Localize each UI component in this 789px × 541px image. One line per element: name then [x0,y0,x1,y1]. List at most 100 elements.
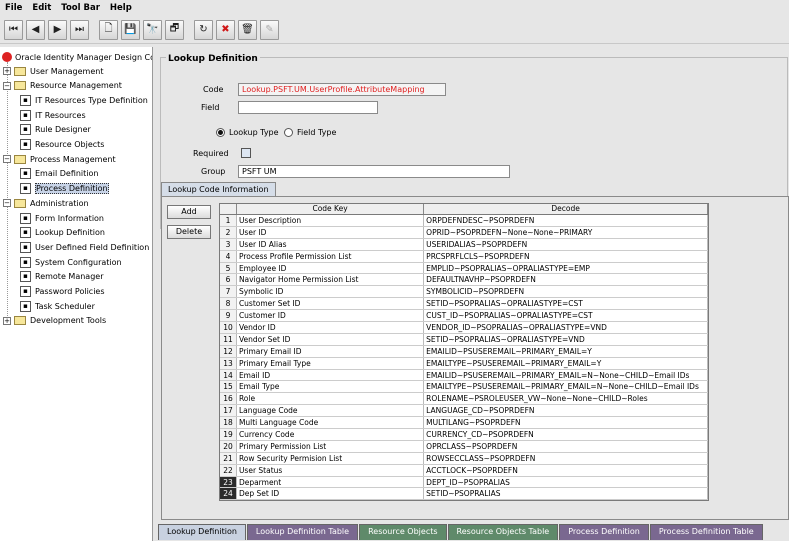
code-key-cell[interactable]: User ID [237,226,425,238]
query-icon[interactable]: 🗗 [165,19,184,40]
tree-node-task-scheduler[interactable]: ▪ Task Scheduler [20,299,95,313]
decode-cell[interactable]: LANGUAGE_CD~PSOPRDEFN [424,405,708,417]
tree-node-remote-manager[interactable]: ▪ Remote Manager [20,270,103,284]
table-row[interactable]: 4 Process Profile Permission List PRCSPRFL… [220,250,708,263]
decode-cell[interactable]: OPRCLASS~PSOPRDEFN [424,440,708,452]
tree-node-administration[interactable]: − Administration [3,196,89,210]
row-number[interactable]: 5 [220,262,237,274]
expand-icon[interactable]: + [3,316,11,325]
code-key-cell[interactable]: User Status [237,464,425,476]
tree-node-user-defined-field-definition[interactable]: ▪ User Defined Field Definition [20,240,149,254]
row-number[interactable]: 9 [220,310,237,322]
table-row[interactable]: 1 User Description ORPDEFNDESC~PSOPRDEFN [220,215,708,227]
code-key-cell[interactable]: Currency Code [237,429,425,440]
table-row[interactable]: 6 Navigator Home Permission List DEFAULTNA… [220,274,708,287]
row-number[interactable]: 24 [220,488,237,500]
cancel-icon[interactable]: ✖ [216,19,235,40]
code-key-cell[interactable]: Email Type [237,381,425,393]
tree-node-lookup-definition[interactable]: ▪ Lookup Definition [20,226,105,240]
expand-icon[interactable]: + [3,67,11,75]
table-row[interactable]: 9 Customer ID CUST_ID~PSOPRALIAS~OPRALIAST… [220,310,708,323]
field-input[interactable] [238,101,378,114]
table-row[interactable]: 5 Employee ID EMPLID~PSOPRALIAS~OPRALIASTY… [220,262,708,275]
first-record-icon[interactable]: ⏮ [4,19,23,40]
table-row[interactable]: 17 Language Code LANGUAGE_CD~PSOPRDEFN [220,405,708,418]
decode-cell[interactable]: OPRID~PSOPRDEFN~None~None~PRIMARY [424,226,708,238]
table-row[interactable]: 10 Vendor ID VENDOR_ID~PSOPRALIAS~OPRALIAS… [220,322,708,334]
bottom-tab-process-definition-table[interactable]: Process Definition Table [649,524,763,540]
table-row[interactable]: 13 Primary Email Type EMAILTYPE~PSUSEREMAI… [220,357,708,370]
row-number[interactable]: 19 [220,429,237,440]
refresh-icon[interactable]: ↻ [194,19,213,40]
decode-cell[interactable]: CUST_ID~PSOPRALIAS~OPRALIASTYPE=CST [424,310,708,322]
code-key-cell[interactable]: Symbolic ID [237,286,425,298]
table-row[interactable]: 11 Vendor Set ID SETID~PSOPRALIAS~OPRALIAS… [220,333,708,346]
code-key-cell[interactable]: Multi Language Code [237,417,425,429]
row-number[interactable]: 7 [220,286,237,298]
tree-node-rule-designer[interactable]: ▪ Rule Designer [20,123,91,137]
code-key-cell[interactable]: Row Security Permision List [237,452,425,464]
bottom-tab-resource-objects-table[interactable]: Resource Objects Table [447,524,559,540]
decode-cell[interactable]: ROLENAME~PSROLEUSER_VW~None~None~CHILD~R… [424,393,708,405]
table-row[interactable]: 23 Deparment DEPT_ID~PSOPRALIAS [220,476,708,489]
decode-cell[interactable]: EMPLID~PSOPRALIAS~OPRALIASTYPE=EMP [424,262,708,274]
row-number[interactable]: 14 [220,369,237,381]
table-row[interactable]: 20 Primary Permission List OPRCLASS~PSOPRD… [220,440,708,453]
table-row[interactable]: 12 Primary Email ID EMAILID~PSUSEREMAIL~PR… [220,345,708,358]
field-type-radio[interactable]: Field Type [284,128,336,137]
table-row[interactable]: 7 Symbolic ID SYMBOLICID~PSOPRDEFN [220,286,708,299]
code-key-cell[interactable]: Navigator Home Permission List [237,274,425,286]
required-checkbox[interactable] [241,148,251,158]
decode-header[interactable]: Decode [424,204,708,214]
code-key-cell[interactable]: User Description [237,215,425,226]
tree-node-system-configuration[interactable]: ▪ System Configuration [20,255,122,269]
row-number[interactable]: 13 [220,357,237,369]
code-key-cell[interactable]: Email ID [237,369,425,381]
row-number[interactable]: 18 [220,417,237,429]
row-number[interactable]: 3 [220,238,237,250]
row-number[interactable]: 22 [220,464,237,476]
table-row[interactable]: 16 Role ROLENAME~PSROLEUSER_VW~None~None~C… [220,393,708,406]
decode-cell[interactable]: DEFAULTNAVHP~PSOPRDEFN [424,274,708,286]
code-key-cell[interactable]: Dep Set ID [237,488,425,500]
tree-node-email-definition[interactable]: ▪ Email Definition [20,167,98,181]
code-key-cell[interactable]: Deparment [237,476,425,488]
code-key-cell[interactable]: Primary Permission List [237,440,425,452]
row-number[interactable]: 21 [220,452,237,464]
lookup-type-radio[interactable]: Lookup Type [216,128,279,137]
code-key-cell[interactable]: Language Code [237,405,425,417]
tree-node-it-resources-type-definition[interactable]: ▪ IT Resources Type Definition [20,93,148,107]
row-number[interactable]: 10 [220,322,237,333]
decode-cell[interactable]: CURRENCY_CD~PSOPRDEFN [424,429,708,440]
code-key-header[interactable]: Code Key [237,204,425,214]
table-row[interactable]: 24 Dep Set ID SETID~PSOPRALIAS [220,488,708,501]
code-key-cell[interactable]: Process Profile Permission List [237,250,425,262]
table-row[interactable]: 18 Multi Language Code MULTILANG~PSOPRDEFN [220,417,708,430]
tree-root[interactable]: Oracle Identity Manager Design Console [2,50,152,64]
decode-cell[interactable]: SYMBOLICID~PSOPRDEFN [424,286,708,298]
table-row[interactable]: 14 Email ID EMAILID~PSUSEREMAIL~PRIMARY_EM… [220,369,708,382]
expand-icon[interactable]: − [3,199,11,208]
menu-help[interactable]: Help [105,3,137,13]
row-number[interactable]: 8 [220,298,237,310]
row-number[interactable]: 2 [220,226,237,238]
decode-cell[interactable]: ACCTLOCK~PSOPRDEFN [424,464,708,476]
tree-node-development-tools[interactable]: + Development Tools [3,314,106,328]
row-number[interactable]: 23 [220,476,237,488]
row-number[interactable]: 4 [220,250,237,262]
row-number[interactable]: 6 [220,274,237,286]
table-row[interactable]: 8 Customer Set ID SETID~PSOPRALIAS~OPRALIA… [220,298,708,311]
decode-cell[interactable]: USERIDALIAS~PSOPRDEFN [424,238,708,250]
notes-icon[interactable]: ✎ [260,19,279,40]
decode-cell[interactable]: DEPT_ID~PSOPRALIAS [424,476,708,488]
decode-cell[interactable]: EMAILTYPE~PSUSEREMAIL~PRIMARY_EMAIL=N~No… [424,381,708,393]
tree-node-password-policies[interactable]: ▪ Password Policies [20,285,105,299]
tree-node-resource-objects[interactable]: ▪ Resource Objects [20,138,104,152]
add-button[interactable]: Add [167,205,211,219]
bottom-tab-lookup-definition[interactable]: Lookup Definition [158,524,246,540]
decode-cell[interactable]: EMAILID~PSUSEREMAIL~PRIMARY_EMAIL=N~None… [424,369,708,381]
row-number[interactable]: 12 [220,345,237,357]
previous-record-icon[interactable]: ◀ [26,19,45,40]
code-key-cell[interactable]: Employee ID [237,262,425,274]
expand-icon[interactable]: − [3,155,11,164]
